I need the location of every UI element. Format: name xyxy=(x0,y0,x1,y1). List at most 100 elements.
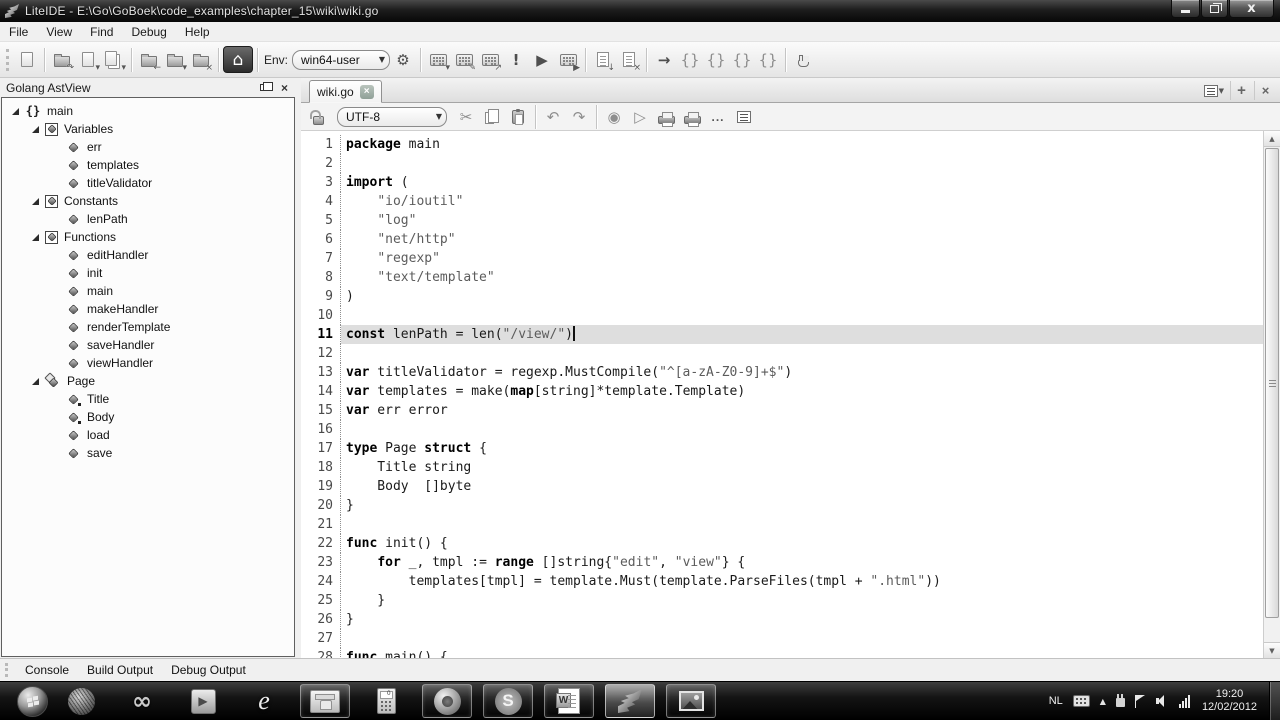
tree-item-makehandler[interactable]: makeHandler xyxy=(2,300,294,318)
export-close-icon[interactable]: × xyxy=(616,47,642,73)
code-line-12[interactable]: 12 xyxy=(301,344,1263,363)
explorer-icon-button[interactable] xyxy=(300,684,350,718)
skype-icon-button[interactable]: S xyxy=(483,684,533,718)
tree-item-body[interactable]: Body xyxy=(2,408,294,426)
lock-icon[interactable] xyxy=(305,104,331,130)
new-tab-button[interactable]: + xyxy=(1230,81,1252,100)
install-icon[interactable]: ↗ xyxy=(477,47,503,73)
code-line-28[interactable]: 28func main() { xyxy=(301,648,1263,658)
save-session-icon[interactable]: ▾ xyxy=(162,47,188,73)
keyboard-icon[interactable] xyxy=(1073,695,1090,707)
scroll-down-icon[interactable]: ▼ xyxy=(1264,642,1280,658)
open-file-icon[interactable]: ↷ xyxy=(49,47,75,73)
media-player-icon-button[interactable]: ▶ xyxy=(178,684,228,718)
export-doc-icon[interactable]: ↓ xyxy=(590,47,616,73)
save-file-icon[interactable]: ▾ xyxy=(75,47,101,73)
power-plug-icon[interactable] xyxy=(1116,698,1125,707)
env-select[interactable]: win64-user ▼ xyxy=(292,50,390,70)
tab-wiki-go[interactable]: wiki.go × xyxy=(309,80,382,103)
code-line-6[interactable]: 6 "net/http" xyxy=(301,230,1263,249)
tree-item-title[interactable]: Title xyxy=(2,390,294,408)
action-center-flag-icon[interactable] xyxy=(1135,695,1146,708)
tree-item-savehandler[interactable]: saveHandler xyxy=(2,336,294,354)
paste-icon[interactable] xyxy=(505,104,531,130)
code-line-10[interactable]: 10 xyxy=(301,306,1263,325)
expand-arrow-icon[interactable] xyxy=(32,198,39,205)
pan-hand-icon[interactable] xyxy=(790,47,816,73)
code-line-19[interactable]: 19 Body []byte xyxy=(301,477,1263,496)
close-panel-button[interactable]: × xyxy=(277,81,292,95)
code-editor[interactable]: 1package main23import (4 "io/ioutil"5 "l… xyxy=(301,131,1263,658)
print-file-icon[interactable] xyxy=(679,104,705,130)
code-line-25[interactable]: 25 } xyxy=(301,591,1263,610)
code-line-13[interactable]: 13var titleValidator = regexp.MustCompil… xyxy=(301,363,1263,382)
language-indicator[interactable]: NL xyxy=(1049,695,1063,707)
calculator-icon-button[interactable] xyxy=(361,684,411,718)
tree-item-save[interactable]: save xyxy=(2,444,294,462)
float-panel-button[interactable] xyxy=(256,81,271,95)
new-file-icon[interactable] xyxy=(14,47,40,73)
tree-item-lenpath[interactable]: lenPath xyxy=(2,210,294,228)
tree-item-rendertemplate[interactable]: renderTemplate xyxy=(2,318,294,336)
ie-icon-button[interactable]: e xyxy=(239,684,289,718)
fold-block-icon[interactable]: {} xyxy=(729,47,755,73)
menu-help[interactable]: Help xyxy=(176,23,219,41)
editor-scrollbar[interactable]: ▲ ▼ xyxy=(1263,131,1280,658)
code-line-17[interactable]: 17type Page struct { xyxy=(301,439,1263,458)
title-bar[interactable]: LiteIDE - E:\Go\GoBoek\code_examples\cha… xyxy=(0,0,1280,22)
tree-item-titlevalidator[interactable]: titleValidator xyxy=(2,174,294,192)
code-line-11[interactable]: 11const lenPath = len("/view/") xyxy=(301,325,1263,344)
fold-open-icon[interactable]: {} xyxy=(677,47,703,73)
bottom-tab-console[interactable]: Console xyxy=(16,660,78,680)
scrollbar-thumb[interactable] xyxy=(1265,148,1279,618)
fold-top-icon[interactable]: {} xyxy=(703,47,729,73)
doc-list-icon[interactable] xyxy=(731,104,757,130)
fold-all-icon[interactable]: {} xyxy=(755,47,781,73)
minimize-button[interactable] xyxy=(1171,0,1200,18)
goto-arrow-icon[interactable]: → xyxy=(651,47,677,73)
undo-icon[interactable]: ↶ xyxy=(540,104,566,130)
code-line-27[interactable]: 27 xyxy=(301,629,1263,648)
code-line-8[interactable]: 8 "text/template" xyxy=(301,268,1263,287)
close-editor-button[interactable]: × xyxy=(1254,81,1276,100)
start-button[interactable] xyxy=(17,686,48,717)
code-line-23[interactable]: 23 for _, tmpl := range []string{"edit",… xyxy=(301,553,1263,572)
code-line-24[interactable]: 24 templates[tmpl] = template.Must(templ… xyxy=(301,572,1263,591)
code-line-21[interactable]: 21 xyxy=(301,515,1263,534)
encoding-select[interactable]: UTF-8 ▼ xyxy=(337,107,447,127)
tree-item-main[interactable]: {}main xyxy=(2,102,294,120)
print-icon[interactable] xyxy=(653,104,679,130)
close-all-icon[interactable]: × xyxy=(188,47,214,73)
run-file-icon[interactable]: ▶ xyxy=(555,47,581,73)
export-icon[interactable]: ▷ xyxy=(627,104,653,130)
menu-file[interactable]: File xyxy=(0,23,37,41)
tree-item-init[interactable]: init xyxy=(2,264,294,282)
run-icon[interactable]: ▶ xyxy=(529,47,555,73)
home-icon[interactable]: ⌂ xyxy=(223,46,253,73)
word-icon-button[interactable] xyxy=(544,684,594,718)
clock[interactable]: 19:20 12/02/2012 xyxy=(1202,688,1257,714)
firefox-icon-button[interactable] xyxy=(422,684,472,718)
stop-icon[interactable]: ! xyxy=(503,47,529,73)
clean-icon[interactable]: ✎ xyxy=(451,47,477,73)
expand-arrow-icon[interactable] xyxy=(12,108,19,115)
tree-item-err[interactable]: err xyxy=(2,138,294,156)
code-line-18[interactable]: 18 Title string xyxy=(301,458,1263,477)
code-line-9[interactable]: 9) xyxy=(301,287,1263,306)
expand-arrow-icon[interactable] xyxy=(32,378,39,385)
network-signal-icon[interactable] xyxy=(1179,695,1190,708)
tree-item-viewhandler[interactable]: viewHandler xyxy=(2,354,294,372)
tree-item-templates[interactable]: templates xyxy=(2,156,294,174)
tree-item-main[interactable]: main xyxy=(2,282,294,300)
code-line-16[interactable]: 16 xyxy=(301,420,1263,439)
scroll-up-icon[interactable]: ▲ xyxy=(1264,131,1280,147)
tree-item-variables[interactable]: Variables xyxy=(2,120,294,138)
tree-item-functions[interactable]: Functions xyxy=(2,228,294,246)
build-icon[interactable]: ▾ xyxy=(425,47,451,73)
copy-icon[interactable] xyxy=(479,104,505,130)
save-all-icon[interactable]: ▾ xyxy=(101,47,127,73)
bottom-tab-build-output[interactable]: Build Output xyxy=(78,660,162,680)
close-button[interactable]: x xyxy=(1229,0,1274,18)
tree-item-load[interactable]: load xyxy=(2,426,294,444)
tab-close-icon[interactable]: × xyxy=(360,85,374,99)
